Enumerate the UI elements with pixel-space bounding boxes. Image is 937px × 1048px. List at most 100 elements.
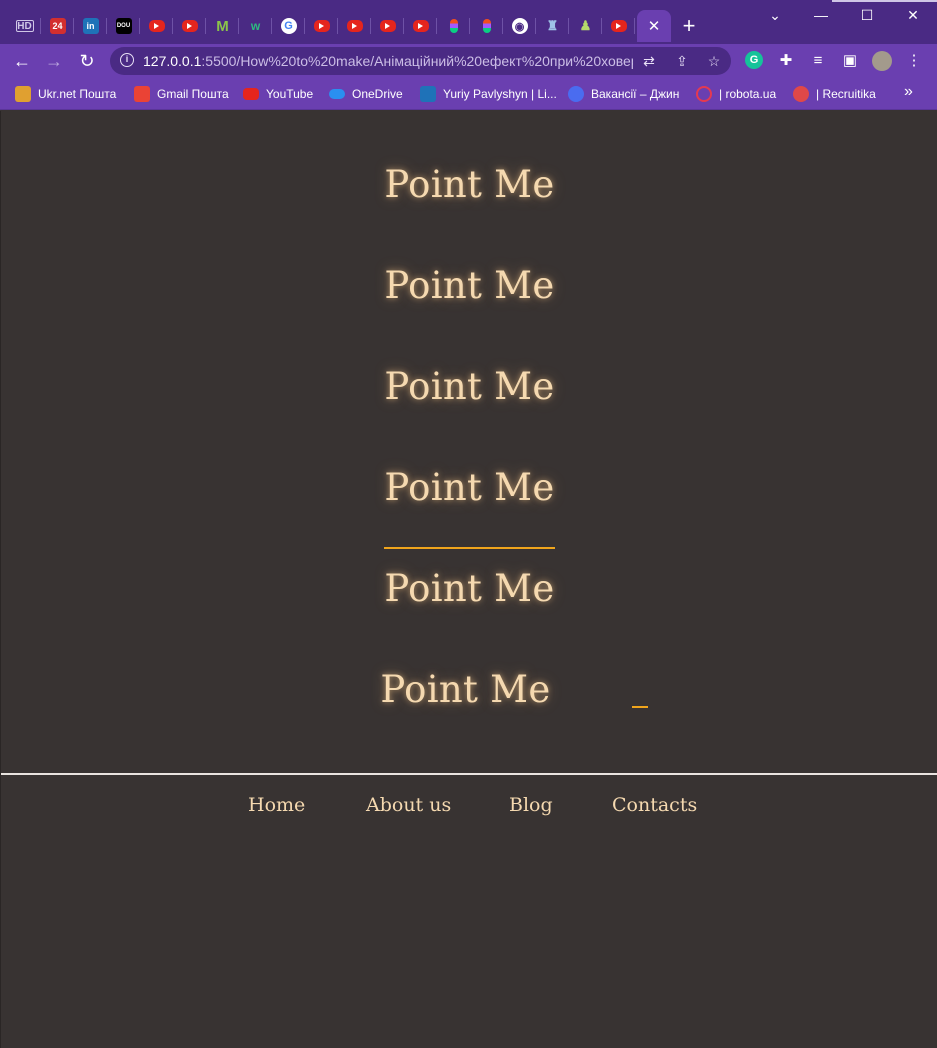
tab-search-button[interactable]: ⌄ [752,0,798,30]
bookmark-label: Gmail Пошта [157,87,229,101]
tab-14[interactable] [437,10,470,42]
maximize-button[interactable]: ☐ [844,0,890,30]
bookmark-djinni[interactable]: Вакансії – Джин [568,85,679,103]
tab-3[interactable]: in [74,10,107,42]
hover-underline-growing [631,706,648,708]
person-icon: ♟ [579,18,592,33]
tab-15[interactable] [470,10,503,42]
translate-icon[interactable]: ⇄ [639,51,659,71]
page-viewport: Point Me Point Me Point Me Point Me Poin… [0,111,937,1048]
tab-6[interactable] [173,10,206,42]
news24-icon: 24 [49,18,66,34]
menu-kebab-icon[interactable]: ⋮ [904,51,924,71]
youtube-icon [181,20,198,32]
nav-about-link[interactable]: About us [366,794,451,816]
bookmark-label: | robota.ua [719,87,777,101]
browser-toolbar: ← → ↻ i 127.0.0.1:5500/How%20to%20make/А… [0,44,937,78]
bookmark-linkedin[interactable]: Yuriy Pavlyshyn | Li... [420,85,557,103]
side-panel-icon[interactable]: ▣ [840,51,860,71]
tab-19[interactable] [602,10,635,42]
bookmark-label: OneDrive [352,87,403,101]
section-divider [1,773,937,775]
linkedin-icon: in [82,18,99,34]
extensions-puzzle-icon[interactable]: ✚ [776,51,796,71]
bookmark-robota[interactable]: | robota.ua [696,85,776,103]
tab-4[interactable]: DOU [107,10,140,42]
point-me-item-4[interactable]: Point Me [1,466,937,552]
m-logo-icon: M [216,17,229,35]
tab-strip: HD 24 in DOU M w G ◉ ♜ ♟ ✕ + ⌄ — ☐ ✕ [0,0,937,44]
back-button[interactable]: ← [10,49,34,73]
bookmark-onedrive[interactable]: OneDrive [329,85,403,103]
hover-underline [384,547,555,549]
bookmark-ukrnet[interactable]: Ukr.net Пошта [15,85,116,103]
grammarly-icon[interactable]: G [745,51,763,69]
cake-icon: ♜ [546,18,559,33]
tab-17[interactable]: ♜ [536,10,569,42]
youtube-icon [243,88,259,100]
bookmark-recruitika[interactable]: | Recruitika [793,85,876,103]
profile-avatar[interactable] [872,51,892,71]
bookmark-gmail[interactable]: Gmail Пошта [134,85,229,103]
figma-icon [479,18,495,34]
close-tab-icon[interactable]: ✕ [648,17,661,35]
bookmark-label: Ukr.net Пошта [38,87,117,101]
youtube-icon [148,20,165,32]
bookmark-label: Yuriy Pavlyshyn | Li... [443,87,557,101]
tab-5[interactable] [140,10,173,42]
point-me-label: Point Me [384,365,555,408]
url-text[interactable]: 127.0.0.1:5500/How%20to%20make/Анімаційн… [143,53,633,69]
point-me-item-6[interactable]: Point Me [1,668,937,711]
bookmarks-bar: Ukr.net Пошта Gmail Пошта YouTube OneDri… [0,78,937,110]
forward-button[interactable]: → [42,49,66,73]
tab-18[interactable]: ♟ [569,10,602,42]
google-icon: G [280,18,297,34]
youtube-icon [313,20,330,32]
point-me-item-3[interactable]: Point Me [1,365,937,408]
point-me-item-1[interactable]: Point Me [1,163,937,206]
tab-16[interactable]: ◉ [503,10,536,42]
point-me-label: Point Me [380,668,551,711]
tab-1[interactable]: HD [8,10,41,42]
globe-icon: ◉ [511,18,528,34]
address-bar[interactable]: i 127.0.0.1:5500/How%20to%20make/Анімаці… [110,47,731,75]
site-info-icon[interactable]: i [120,53,134,67]
tab-2[interactable]: 24 [41,10,74,42]
url-host: 127.0.0.1 [143,53,202,69]
tab-7[interactable]: M [206,10,239,42]
bookmark-label: Вакансії – Джин [591,87,680,101]
figma-icon [446,18,462,34]
tab-active[interactable]: ✕ [637,10,671,42]
nav-contacts-link[interactable]: Contacts [612,794,697,816]
point-me-item-2[interactable]: Point Me [1,264,937,307]
youtube-icon [379,20,396,32]
window-close-button[interactable]: ✕ [890,0,936,30]
youtube-icon [610,20,627,32]
point-me-item-5[interactable]: Point Me [1,567,937,610]
media-control-icon[interactable]: ≡ [808,51,828,71]
recruitika-icon [793,86,809,102]
share-icon[interactable]: ⇪ [672,51,692,71]
reload-button[interactable]: ↻ [75,49,99,73]
tab-9[interactable]: G [272,10,305,42]
nav-home-link[interactable]: Home [248,794,305,816]
bookmark-youtube[interactable]: YouTube [243,85,313,103]
point-me-label: Point Me [384,264,555,307]
bookmark-star-icon[interactable]: ☆ [704,51,724,71]
new-tab-button[interactable]: + [676,13,702,39]
bookmark-label: YouTube [266,87,314,101]
djinni-icon [568,86,584,102]
bookmarks-overflow-button[interactable]: » [904,83,913,101]
tab-list: HD 24 in DOU M w G ◉ ♜ ♟ ✕ [8,10,671,42]
tab-8[interactable]: w [239,10,272,42]
dou-icon: DOU [115,18,132,34]
nav-blog-link[interactable]: Blog [509,794,553,816]
minimize-button[interactable]: — [798,0,844,30]
tab-11[interactable] [338,10,371,42]
tab-12[interactable] [371,10,404,42]
tab-13[interactable] [404,10,437,42]
youtube-icon [346,20,363,32]
ukrnet-icon [15,86,31,102]
youtube-icon [412,20,429,32]
tab-10[interactable] [305,10,338,42]
